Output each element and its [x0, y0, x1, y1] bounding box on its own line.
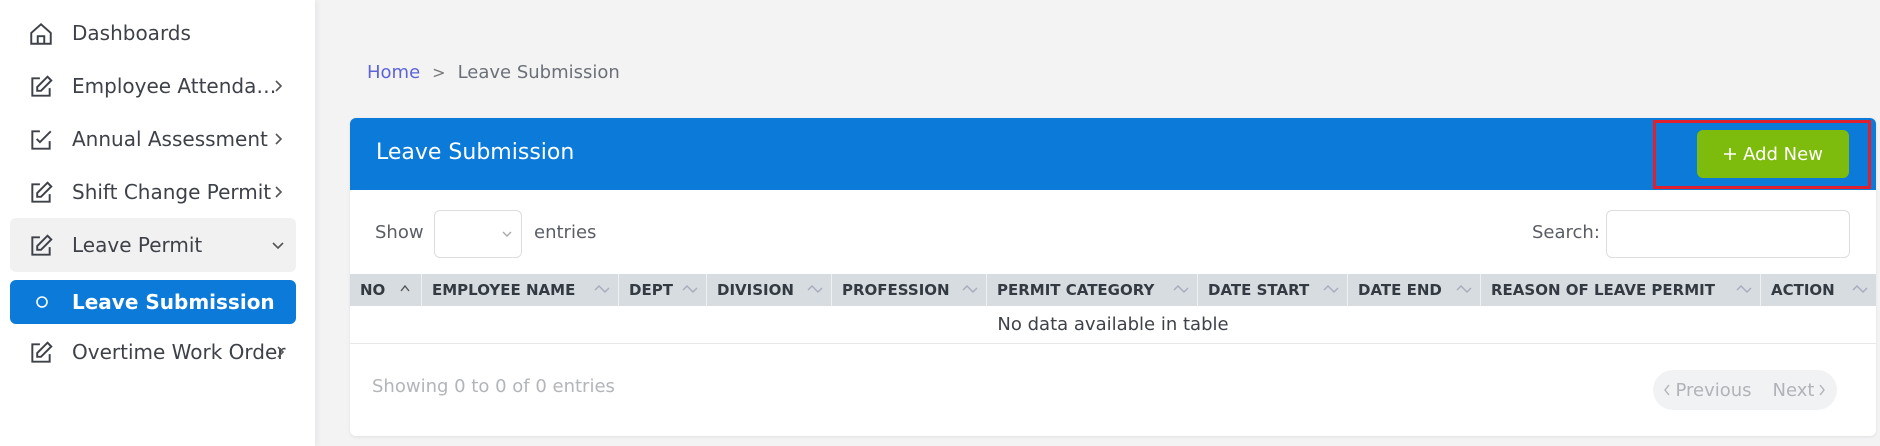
- chevron-down-icon: [272, 242, 284, 250]
- next-button[interactable]: Next: [1773, 380, 1827, 401]
- column-header-dept[interactable]: DEPT: [619, 274, 707, 306]
- column-header-profession[interactable]: PROFESSION: [832, 274, 987, 306]
- column-header-permit-category[interactable]: PERMIT CATEGORY: [987, 274, 1198, 306]
- sidebar-item-leave-permit[interactable]: Leave Permit: [10, 218, 296, 272]
- checkbox-edit-icon: [31, 130, 52, 150]
- column-header-label: DIVISION: [717, 281, 794, 299]
- breadcrumb-current: Leave Submission: [457, 62, 620, 83]
- chevron-right-icon: [1819, 384, 1826, 396]
- search-input[interactable]: [1606, 210, 1850, 258]
- sort-icon: [1852, 285, 1868, 293]
- sort-icon: [1736, 285, 1752, 293]
- show-label: Show: [375, 222, 424, 243]
- column-header-date-start[interactable]: DATE START: [1198, 274, 1348, 306]
- column-header-label: DATE END: [1358, 281, 1442, 299]
- column-header-label: REASON OF LEAVE PERMIT: [1491, 281, 1715, 299]
- edit-icon: [31, 234, 53, 256]
- sidebar-item-label: Annual Assessment: [72, 127, 268, 151]
- sidebar-item-employee-attendance[interactable]: Employee Attendan...: [10, 62, 296, 110]
- entries-label: entries: [534, 222, 597, 243]
- leave-submission-card: Leave Submission Add New Show entries Se…: [350, 118, 1876, 436]
- next-label: Next: [1772, 379, 1815, 401]
- sidebar-item-label: Employee Attendan...: [72, 74, 277, 98]
- breadcrumb-separator: >: [432, 63, 446, 82]
- entries-per-page-select[interactable]: [434, 210, 522, 258]
- empty-message: No data available in table: [997, 314, 1229, 335]
- column-header-no[interactable]: NO: [350, 274, 422, 306]
- sort-asc-icon: [400, 284, 410, 292]
- table-header-row: NO EMPLOYEE NAME DEPT DIVISION PROFESSIO…: [350, 274, 1876, 306]
- chevron-down-icon: [502, 231, 512, 237]
- sidebar: Dashboards Employee Attendan... Annual A…: [0, 0, 315, 446]
- chevron-left-icon: [1664, 384, 1671, 396]
- chevron-right-icon: [275, 186, 283, 198]
- sort-icon: [682, 285, 698, 293]
- chevron-right-icon: [275, 80, 283, 92]
- circle-icon: [36, 296, 48, 308]
- column-header-division[interactable]: DIVISION: [707, 274, 832, 306]
- column-header-reason[interactable]: REASON OF LEAVE PERMIT: [1481, 274, 1761, 306]
- sidebar-item-label: Shift Change Permit: [72, 180, 272, 204]
- chevron-right-icon: [277, 346, 285, 358]
- table-info: Showing 0 to 0 of 0 entries: [372, 376, 615, 397]
- home-icon: [30, 22, 52, 45]
- table-empty-row: No data available in table: [350, 306, 1876, 344]
- column-header-label: DATE START: [1208, 281, 1310, 299]
- column-header-date-end[interactable]: DATE END: [1348, 274, 1481, 306]
- sort-icon: [1456, 285, 1472, 293]
- search-label: Search:: [1532, 222, 1600, 243]
- column-header-action[interactable]: ACTION: [1761, 274, 1876, 306]
- sidebar-item-overtime-work-order[interactable]: Overtime Work Order: [10, 328, 296, 376]
- card-title: Leave Submission: [376, 140, 575, 165]
- breadcrumb: Home > Leave Submission: [367, 62, 620, 83]
- breadcrumb-home-link[interactable]: Home: [367, 62, 420, 83]
- card-header: Leave Submission Add New: [350, 118, 1876, 190]
- chevron-right-icon: [275, 133, 283, 145]
- sort-icon: [1323, 285, 1339, 293]
- sort-icon: [807, 285, 823, 293]
- column-header-label: ACTION: [1771, 281, 1835, 299]
- column-header-label: PROFESSION: [842, 281, 950, 299]
- sidebar-item-annual-assessment[interactable]: Annual Assessment: [10, 115, 296, 163]
- add-new-label: Add New: [1743, 143, 1823, 165]
- column-header-label: NO: [360, 281, 386, 299]
- edit-icon: [31, 181, 53, 203]
- sidebar-item-label: Leave Permit: [72, 233, 203, 257]
- sort-icon: [1173, 285, 1189, 293]
- column-header-label: EMPLOYEE NAME: [432, 281, 576, 299]
- column-header-label: PERMIT CATEGORY: [997, 281, 1155, 299]
- sort-icon: [962, 285, 978, 293]
- sort-icon: [594, 285, 610, 293]
- column-header-label: DEPT: [629, 281, 673, 299]
- pagination: Previous Next: [1653, 370, 1837, 410]
- sidebar-item-label: Overtime Work Order: [72, 340, 286, 364]
- previous-label: Previous: [1675, 379, 1752, 401]
- sidebar-item-label: Dashboards: [72, 21, 191, 45]
- previous-button[interactable]: Previous: [1663, 379, 1752, 401]
- edit-icon: [31, 341, 53, 363]
- leave-table: NO EMPLOYEE NAME DEPT DIVISION PROFESSIO…: [350, 274, 1876, 344]
- plus-icon: [1724, 148, 1737, 160]
- column-header-employee-name[interactable]: EMPLOYEE NAME: [422, 274, 619, 306]
- sidebar-item-dashboards[interactable]: Dashboards: [10, 9, 296, 57]
- sidebar-item-label: Leave Submission: [72, 290, 275, 314]
- add-new-button[interactable]: Add New: [1697, 130, 1849, 178]
- edit-icon: [31, 75, 53, 97]
- sidebar-item-shift-change-permit[interactable]: Shift Change Permit: [10, 168, 296, 216]
- sidebar-item-leave-submission[interactable]: Leave Submission: [10, 280, 296, 324]
